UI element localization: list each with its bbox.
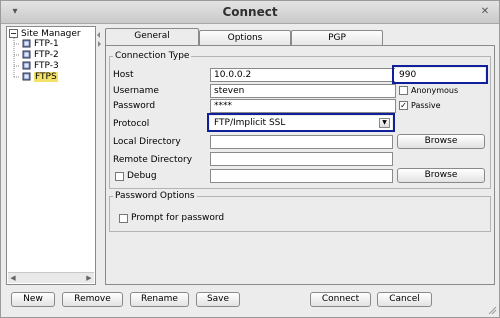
new-button[interactable]: New	[11, 292, 55, 307]
local-directory-input[interactable]	[210, 135, 393, 149]
tree-item-ftp-1[interactable]: FTP-1	[22, 39, 59, 49]
host-input[interactable]: 10.0.0.2	[210, 68, 396, 82]
local-directory-label: Local Directory	[113, 137, 181, 147]
tree-item-ftp-2[interactable]: FTP-2	[22, 50, 59, 60]
local-browse-button[interactable]: Browse	[397, 134, 485, 149]
remove-button[interactable]: Remove	[62, 292, 123, 307]
host-label: Host	[113, 70, 134, 80]
resize-grip-icon[interactable]	[487, 305, 497, 315]
debug-label: Debug	[127, 171, 157, 181]
password-options-title: Password Options	[113, 191, 197, 201]
protocol-select-value: FTP/Implicit SSL	[214, 118, 286, 128]
username-label: Username	[113, 86, 159, 96]
anonymous-checkbox[interactable]	[399, 86, 408, 95]
username-input[interactable]: steven	[210, 84, 396, 98]
title-bar: ▾ Connect ✕	[1, 1, 499, 24]
server-icon	[22, 61, 31, 70]
rename-button[interactable]: Rename	[130, 292, 189, 307]
protocol-select[interactable]: FTP/Implicit SSL ▼	[210, 116, 392, 130]
server-icon	[22, 72, 31, 81]
connect-button[interactable]: Connect	[310, 292, 371, 307]
debug-checkbox[interactable]	[115, 172, 124, 181]
tree-item-ftp-3[interactable]: FTP-3	[22, 61, 59, 71]
connect-window: ▾ Connect ✕ Site Manager FTP-1 FTP-2 FTP…	[0, 0, 500, 318]
debug-browse-button[interactable]: Browse	[397, 168, 485, 183]
prompt-password-label: Prompt for password	[131, 213, 225, 223]
site-tree[interactable]: Site Manager FTP-1 FTP-2 FTP-3 FTPS ◀ ▶	[6, 26, 96, 285]
general-panel: Connection Type Host 10.0.0.2 990 Userna…	[105, 45, 495, 285]
splitter[interactable]	[96, 26, 102, 285]
tree-item-label: FTP-1	[34, 39, 59, 49]
password-label: Password	[113, 101, 156, 111]
cancel-button[interactable]: Cancel	[377, 292, 432, 307]
splitter-arrows-icon	[97, 32, 101, 47]
server-icon	[22, 50, 31, 59]
tab-pgp[interactable]: PGP	[291, 30, 383, 45]
tab-options[interactable]: Options	[199, 30, 291, 45]
tree-root-label: Site Manager	[21, 29, 81, 39]
prompt-password-checkbox[interactable]	[119, 214, 128, 223]
tree-item-label: FTP-3	[34, 61, 59, 71]
window-title: Connect	[222, 5, 278, 19]
tree-item-label: FTP-2	[34, 50, 59, 60]
tree-item-label-selected: FTPS	[34, 72, 58, 82]
tree-horizontal-scrollbar[interactable]: ◀ ▶	[8, 272, 94, 283]
port-input[interactable]: 990	[395, 68, 485, 82]
passive-label: Passive	[411, 101, 441, 110]
save-button[interactable]: Save	[196, 292, 240, 307]
protocol-label: Protocol	[113, 119, 150, 129]
close-icon[interactable]: ✕	[479, 6, 491, 18]
remote-directory-label: Remote Directory	[113, 155, 193, 165]
server-icon	[22, 39, 31, 48]
scroll-right-icon[interactable]: ▶	[85, 274, 93, 282]
remote-directory-input[interactable]	[210, 152, 393, 166]
scroll-left-icon[interactable]: ◀	[9, 274, 17, 282]
passive-checkbox[interactable]: ✓	[399, 101, 408, 110]
chevron-down-icon[interactable]: ▼	[379, 118, 390, 128]
debug-input[interactable]	[210, 169, 393, 183]
connection-type-title: Connection Type	[113, 51, 192, 61]
password-input[interactable]: ****	[210, 99, 396, 113]
tab-general[interactable]: General	[105, 28, 199, 45]
anonymous-label: Anonymous	[411, 86, 459, 95]
folder-icon	[9, 29, 18, 38]
tree-item-ftps[interactable]: FTPS	[22, 72, 58, 82]
